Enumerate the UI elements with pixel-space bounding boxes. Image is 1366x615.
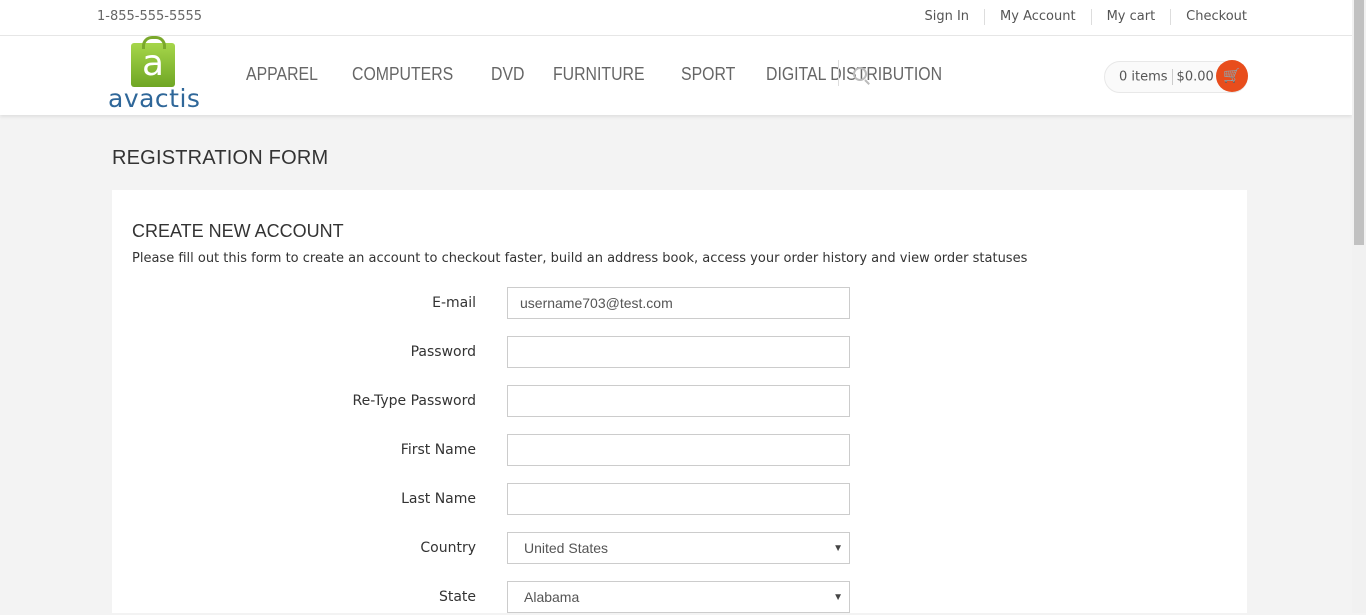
shopping-bag-icon: a bbox=[131, 36, 175, 87]
sign-in-link[interactable]: Sign In bbox=[909, 9, 984, 25]
retype-password-label: Re-Type Password bbox=[352, 393, 476, 409]
first-name-field[interactable] bbox=[507, 434, 850, 466]
retype-password-row: Re-Type Password bbox=[112, 385, 872, 419]
password-field[interactable] bbox=[507, 336, 850, 368]
country-select[interactable]: United States ▼ bbox=[507, 532, 850, 564]
first-name-row: First Name bbox=[112, 434, 872, 468]
nav-furniture[interactable]: FURNITURE bbox=[553, 64, 645, 85]
top-links: Sign In My Account My cart Checkout bbox=[909, 9, 1247, 25]
state-selected-value: Alabama bbox=[524, 589, 580, 605]
brand-name: avactis bbox=[108, 84, 201, 113]
last-name-label: Last Name bbox=[401, 491, 476, 507]
email-row: E-mail bbox=[112, 287, 872, 321]
country-label: Country bbox=[420, 540, 476, 556]
nav-sport[interactable]: SPORT bbox=[681, 64, 735, 85]
phone-number: 1-855-555-5555 bbox=[97, 9, 203, 24]
chevron-down-icon: ▼ bbox=[833, 543, 843, 554]
state-row: State Alabama ▼ bbox=[112, 581, 872, 615]
my-account-link[interactable]: My Account bbox=[984, 9, 1091, 25]
first-name-label: First Name bbox=[400, 442, 476, 458]
state-select[interactable]: Alabama ▼ bbox=[507, 581, 850, 613]
country-row: Country United States ▼ bbox=[112, 532, 872, 566]
nav-apparel[interactable]: APPAREL bbox=[246, 64, 318, 85]
page-title: REGISTRATION FORM bbox=[112, 147, 329, 169]
nav-computers[interactable]: COMPUTERS bbox=[352, 64, 453, 85]
form-description: Please fill out this form to create an a… bbox=[132, 251, 1028, 266]
checkout-link[interactable]: Checkout bbox=[1170, 9, 1247, 25]
password-row: Password bbox=[112, 336, 872, 370]
last-name-field[interactable] bbox=[507, 483, 850, 515]
nav-divider bbox=[838, 60, 839, 86]
nav-dvd[interactable]: DVD bbox=[491, 64, 524, 85]
scrollbar-thumb[interactable] bbox=[1354, 0, 1364, 245]
form-title: CREATE NEW ACCOUNT bbox=[132, 221, 344, 241]
my-cart-link[interactable]: My cart bbox=[1090, 9, 1171, 25]
last-name-row: Last Name bbox=[112, 483, 872, 517]
main-nav: APPAREL COMPUTERS DVD FURNITURE SPORT DI… bbox=[246, 64, 990, 85]
cart-total: $0.00 bbox=[1176, 69, 1214, 85]
email-field[interactable] bbox=[507, 287, 850, 319]
top-bar: 1-855-555-5555 Sign In My Account My car… bbox=[0, 0, 1352, 36]
cart-items-count: 0 items bbox=[1119, 69, 1168, 85]
retype-password-field[interactable] bbox=[507, 385, 850, 417]
email-label: E-mail bbox=[432, 295, 476, 311]
site-header: a avactis APPAREL COMPUTERS DVD FURNITUR… bbox=[0, 36, 1352, 115]
state-label: State bbox=[438, 589, 476, 605]
registration-card: CREATE NEW ACCOUNT Please fill out this … bbox=[112, 190, 1247, 613]
country-selected-value: United States bbox=[524, 540, 609, 556]
password-label: Password bbox=[410, 344, 476, 360]
search-icon[interactable] bbox=[853, 67, 867, 81]
chevron-down-icon: ▼ bbox=[833, 592, 843, 603]
logo[interactable]: a avactis bbox=[108, 36, 201, 113]
cart-icon[interactable]: 🛒 bbox=[1216, 60, 1248, 92]
